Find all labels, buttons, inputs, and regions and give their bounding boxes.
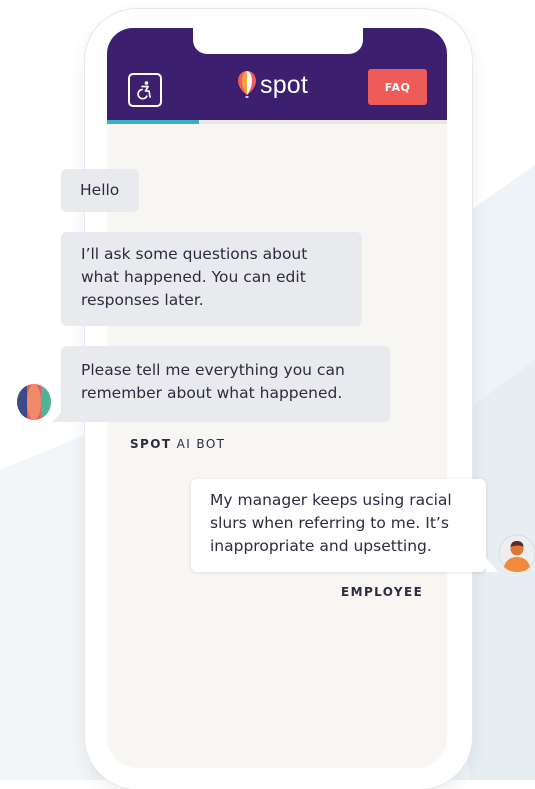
employee-avatar-icon [498,534,535,572]
bot-message: Hello [61,169,139,212]
employee-message: My manager keeps using racial slurs when… [191,479,486,572]
message-text: Hello [80,181,120,199]
balloon-logo-icon [238,71,256,98]
message-text: I’ll ask some questions about [81,245,308,263]
faq-button[interactable]: FAQ [368,69,427,105]
logo-text: spot [260,70,309,99]
message-text: responses later. [81,291,204,309]
bot-message: Please tell me everything you can rememb… [61,346,390,422]
message-text: what happened. You can edit [81,268,306,286]
message-text: slurs when referring to me. It’s [210,514,449,532]
accessibility-button[interactable] [128,73,162,107]
bubble-tail [486,558,498,572]
bubble-tail [52,408,66,422]
bot-name-label: SPOT AI BOT [130,437,225,451]
message-text: inappropriate and upsetting. [210,537,432,555]
message-text: remember about what happened. [81,384,343,402]
accessibility-icon [137,81,151,100]
bot-message: I’ll ask some questions about what happe… [61,232,362,326]
bot-name-suffix: AI BOT [176,437,226,451]
app-header: spot FAQ [107,28,447,120]
spot-logo: spot [237,68,308,102]
progress-bar [107,120,447,124]
bot-name-brand: SPOT [130,437,172,451]
message-text: Please tell me everything you can [81,361,345,379]
phone-notch [193,28,363,54]
employee-label: EMPLOYEE [341,585,424,599]
progress-fill [107,120,199,124]
message-text: My manager keeps using racial [210,491,452,509]
bot-avatar-icon [17,384,51,420]
